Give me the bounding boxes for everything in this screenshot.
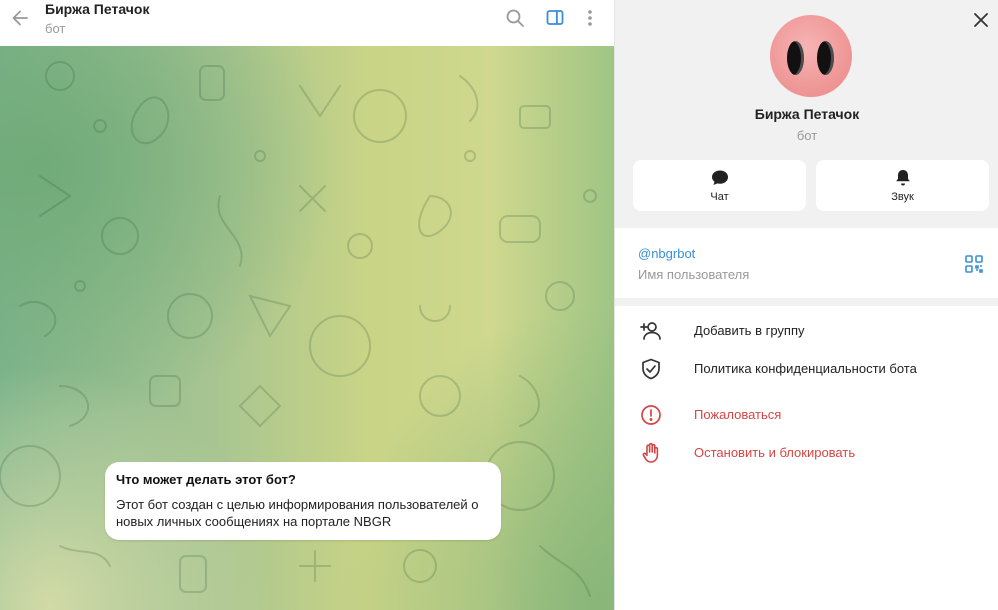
bot-description-text: Этот бот создан с целью информирования п…	[116, 497, 479, 529]
stop-and-block-item[interactable]: Остановить и блокировать	[615, 435, 998, 471]
add-to-group-label: Добавить в группу	[694, 323, 805, 338]
stop-hand-icon	[639, 441, 663, 465]
report-item[interactable]: Пожаловаться	[615, 397, 998, 433]
chat-bubble-icon	[633, 168, 806, 188]
telegram-window: Биржа Петачок бот Что может делать этот …	[0, 0, 998, 610]
search-icon[interactable]	[501, 4, 529, 32]
chat-button-label: Чат	[710, 191, 729, 203]
chat-status: бот	[45, 21, 66, 36]
report-label: Пожаловаться	[694, 407, 782, 422]
username-link[interactable]: @nbgrbot	[638, 246, 695, 261]
nostril-right	[817, 41, 834, 75]
profile-header: Биржа Петачок бот Чат Звук	[615, 0, 998, 228]
chat-background: Что может делать этот бот? Этот бот созд…	[0, 46, 614, 610]
avatar[interactable]	[770, 15, 852, 97]
sound-button[interactable]: Звук	[816, 160, 989, 211]
stop-and-block-label: Остановить и блокировать	[694, 445, 856, 460]
profile-name: Биржа Петачок	[754, 106, 860, 122]
profile-panel: Биржа Петачок бот Чат Звук @nbgrbot Имя …	[614, 0, 998, 610]
chat-title[interactable]: Биржа Петачок	[45, 1, 149, 17]
more-vertical-icon[interactable]	[576, 4, 604, 32]
section-divider	[615, 298, 998, 306]
sound-button-label: Звук	[891, 191, 914, 203]
profile-status: бот	[796, 128, 818, 143]
qr-code-icon[interactable]	[964, 254, 984, 274]
close-icon[interactable]	[967, 6, 995, 34]
privacy-policy-label: Политика конфиденциальности бота	[694, 361, 917, 376]
bot-description-title: Что может делать этот бот?	[116, 472, 296, 487]
chat-pane: Биржа Петачок бот Что может делать этот …	[0, 0, 614, 610]
back-arrow-icon[interactable]	[4, 2, 36, 34]
chat-header: Биржа Петачок бот	[0, 0, 614, 46]
privacy-policy-item[interactable]: Политика конфиденциальности бота	[615, 351, 998, 387]
username-label: Имя пользователя	[638, 267, 750, 282]
bot-description-card: Что может делать этот бот? Этот бот созд…	[105, 462, 501, 540]
chat-button[interactable]: Чат	[633, 160, 806, 211]
bell-icon	[816, 168, 989, 188]
report-icon	[639, 403, 663, 427]
add-to-group-item[interactable]: Добавить в группу	[615, 313, 998, 349]
sidebar-toggle-icon[interactable]	[541, 4, 569, 32]
nostril-left	[787, 41, 804, 75]
shield-check-icon	[639, 357, 663, 381]
add-user-icon	[639, 319, 663, 343]
username-section: @nbgrbot Имя пользователя	[615, 228, 998, 298]
